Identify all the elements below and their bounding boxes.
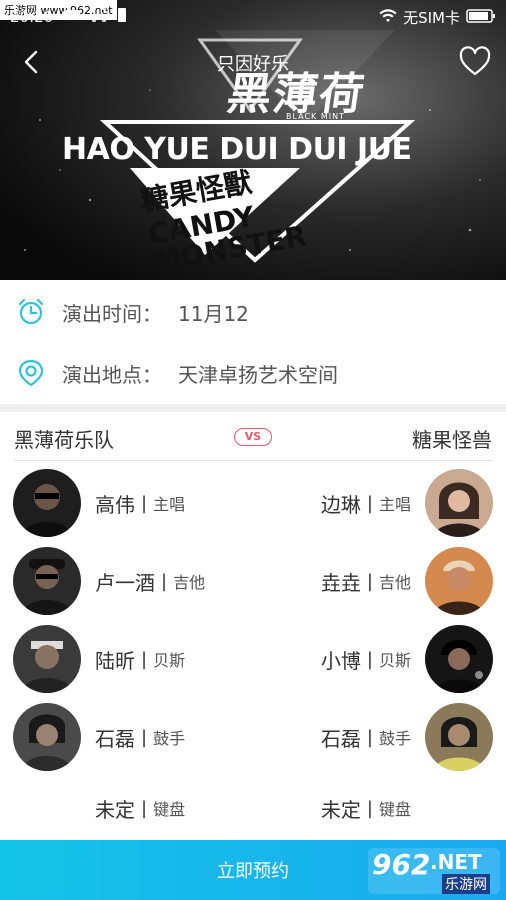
member-separator: | bbox=[366, 726, 373, 748]
favorite-button[interactable] bbox=[458, 46, 492, 78]
battery-icon bbox=[466, 8, 496, 28]
location-pin-icon bbox=[18, 359, 44, 387]
member-role: 鼓手 bbox=[378, 729, 411, 748]
carrier-label: 无SIM卡 bbox=[403, 9, 460, 27]
member-role: 主唱 bbox=[378, 495, 411, 514]
event-poster: 黑薄荷 BLACK MINT HAO YUE DUI DUI JUE 糖果怪獸 … bbox=[0, 0, 506, 280]
member-left-3[interactable]: 陆昕 | 贝斯 bbox=[13, 625, 185, 693]
avatar bbox=[425, 625, 493, 693]
alarm-clock-icon bbox=[18, 298, 44, 325]
member-name: 小博 bbox=[320, 648, 361, 673]
member-role: 吉他 bbox=[173, 573, 206, 592]
member-left-4[interactable]: 石磊 | 鼓手 bbox=[13, 703, 185, 771]
section-divider bbox=[0, 404, 506, 412]
poster-banner: HAO YUE DUI DUI JUE bbox=[62, 132, 412, 167]
member-separator: | bbox=[366, 648, 373, 670]
wifi-icon bbox=[379, 8, 397, 27]
show-time-value: 11月12 bbox=[178, 301, 249, 326]
member-role: 主唱 bbox=[153, 495, 186, 514]
show-place-label: 演出地点： bbox=[62, 362, 162, 387]
notification-icon bbox=[63, 8, 81, 26]
versus-header: 黑薄荷乐队 VS 糖果怪兽 bbox=[0, 412, 506, 460]
show-time-label: 演出时间： bbox=[62, 301, 162, 326]
member-name: 未定 bbox=[95, 797, 135, 822]
member-separator: | bbox=[141, 797, 148, 819]
member-right-3[interactable]: 小博 | 贝斯 bbox=[321, 625, 493, 693]
member-left-5[interactable]: 未定 | 键盘 bbox=[13, 774, 185, 842]
member-left-2[interactable]: 卢一酒 | 吉他 bbox=[13, 547, 205, 615]
page-title: 只因好乐 bbox=[217, 54, 289, 75]
member-name: 石磊 bbox=[320, 726, 361, 751]
member-role: 贝斯 bbox=[378, 651, 411, 670]
member-right-4[interactable]: 石磊 | 鼓手 bbox=[321, 703, 493, 771]
member-role: 鼓手 bbox=[153, 729, 186, 748]
show-place-row: 演出地点： 天津卓扬艺术空间 bbox=[0, 342, 506, 404]
member-role: 吉他 bbox=[378, 573, 411, 592]
avatar bbox=[13, 625, 81, 693]
left-band-name: 黑薄荷乐队 bbox=[14, 428, 114, 452]
member-name: 边琳 bbox=[320, 492, 361, 517]
member-name: 卢一酒 bbox=[95, 570, 155, 595]
member-role: 键盘 bbox=[378, 800, 411, 819]
member-right-2[interactable]: 垚垚 | 吉他 bbox=[321, 547, 493, 615]
band-a-sub: BLACK MINT bbox=[286, 112, 345, 121]
vs-badge: VS bbox=[234, 428, 272, 446]
member-name: 垚垚 bbox=[320, 570, 361, 595]
member-role: 键盘 bbox=[153, 800, 186, 819]
brand-number: 962 bbox=[372, 848, 431, 881]
heart-icon bbox=[459, 46, 491, 76]
member-separator: | bbox=[366, 570, 373, 592]
member-separator: | bbox=[366, 797, 373, 819]
avatar bbox=[425, 703, 493, 771]
member-separator: | bbox=[141, 492, 148, 514]
member-name: 未定 bbox=[320, 797, 361, 822]
status-bar: 20:20 无SIM卡 bbox=[0, 0, 506, 34]
member-left-1[interactable]: 高伟 | 主唱 bbox=[13, 469, 185, 537]
brand-suffix: .NET bbox=[430, 850, 482, 874]
member-separator: | bbox=[141, 648, 148, 670]
member-name: 高伟 bbox=[95, 492, 135, 517]
member-right-5[interactable]: 未定 | 键盘 bbox=[321, 774, 493, 842]
avatar bbox=[425, 469, 493, 537]
member-separator: | bbox=[141, 726, 148, 748]
site-brand-badge: 962 .NET 乐游网 bbox=[366, 846, 502, 896]
right-band-name: 糖果怪兽 bbox=[412, 428, 492, 452]
show-time-row: 演出时间： 11月12 bbox=[0, 281, 506, 343]
screenshot-icon bbox=[91, 7, 107, 27]
member-role: 贝斯 bbox=[153, 651, 186, 670]
member-separator: | bbox=[366, 492, 373, 514]
avatar bbox=[13, 469, 81, 537]
brand-name: 乐游网 bbox=[442, 874, 490, 894]
member-separator: | bbox=[161, 570, 168, 592]
storage-icon bbox=[117, 7, 127, 27]
show-place-value: 天津卓扬艺术空间 bbox=[178, 362, 338, 387]
member-right-1[interactable]: 边琳 | 主唱 bbox=[321, 469, 493, 537]
member-name: 石磊 bbox=[95, 726, 135, 751]
member-name: 陆昕 bbox=[95, 648, 135, 673]
avatar bbox=[13, 703, 81, 771]
versus-divider bbox=[14, 460, 492, 461]
clock: 20:20 bbox=[10, 8, 54, 26]
avatar bbox=[425, 547, 493, 615]
avatar bbox=[13, 547, 81, 615]
